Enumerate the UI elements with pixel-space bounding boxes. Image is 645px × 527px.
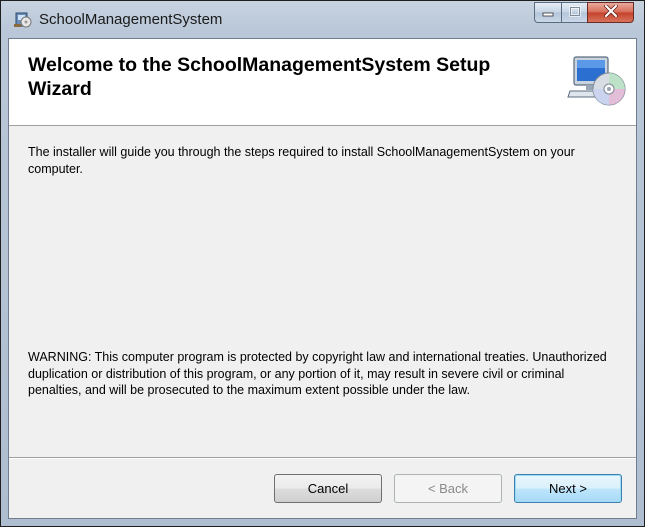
- installer-window: SchoolManagementSystem Welcome to the Sc…: [0, 0, 645, 527]
- copyright-warning-text: WARNING: This computer program is protec…: [28, 350, 607, 397]
- next-button[interactable]: Next >: [514, 474, 622, 503]
- installer-app-icon[interactable]: [13, 9, 33, 29]
- minimize-button[interactable]: [534, 2, 561, 23]
- wizard-welcome-title: Welcome to the SchoolManagementSystem Se…: [28, 54, 491, 100]
- intro-text: The installer will guide you through the…: [28, 145, 575, 176]
- computer-cd-icon: [566, 51, 628, 113]
- footer-divider: [9, 457, 636, 459]
- close-button[interactable]: [587, 2, 634, 23]
- maximize-button[interactable]: [561, 2, 587, 23]
- window-title: SchoolManagementSystem: [39, 11, 223, 28]
- maximize-icon: [568, 4, 581, 22]
- back-button[interactable]: < Back: [394, 474, 502, 503]
- wizard-header-banner: Welcome to the SchoolManagementSystem Se…: [9, 39, 636, 126]
- title-bar[interactable]: SchoolManagementSystem: [1, 1, 644, 38]
- cancel-button[interactable]: Cancel: [274, 474, 382, 503]
- wizard-content: Welcome to the SchoolManagementSystem Se…: [8, 38, 637, 519]
- close-icon: [603, 3, 618, 22]
- minimize-icon: [542, 4, 554, 22]
- caption-buttons: [534, 2, 634, 23]
